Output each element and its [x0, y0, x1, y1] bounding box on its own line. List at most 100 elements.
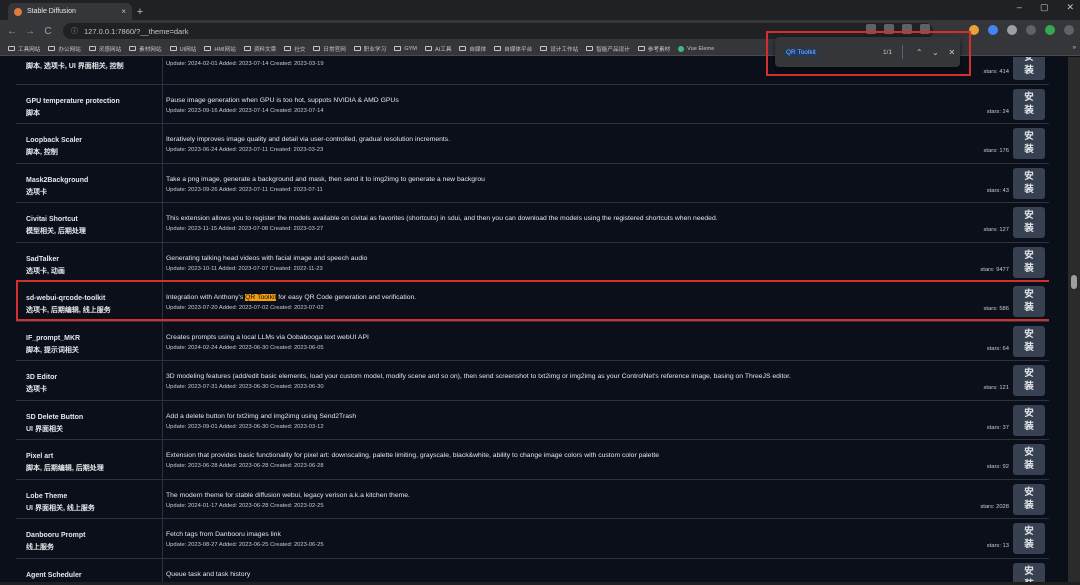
find-close-button[interactable]: ✕	[944, 48, 960, 57]
extension-row: IF_prompt_MKR 脚本, 提示词相关 Creates prompts us…	[16, 321, 1049, 361]
bookmark-item[interactable]: 素材网站	[129, 45, 162, 53]
bookmark-star-icon[interactable]	[920, 24, 930, 34]
install-label-char: 安	[1024, 368, 1034, 379]
find-next-button[interactable]: ⌄	[927, 48, 943, 57]
back-button[interactable]: ←	[3, 26, 21, 37]
install-button[interactable]: 安装	[1013, 404, 1045, 436]
extension-row: Loopback Scaler 脚本, 控制 Iteratively improve…	[16, 124, 1049, 164]
bookmark-item[interactable]: 自媒体	[459, 45, 486, 53]
extension-stars: stars: 92	[986, 464, 1009, 470]
extension-name[interactable]: Lobe Theme	[26, 493, 162, 500]
install-button[interactable]: 安装	[1013, 444, 1045, 475]
menu-icon[interactable]	[1064, 25, 1074, 35]
install-button[interactable]: 安装	[1013, 128, 1045, 159]
extension-tags: 选项卡, 动画	[26, 267, 65, 275]
bookmark-item[interactable]: 工具网站	[8, 45, 40, 53]
reload-button[interactable]: C	[39, 26, 57, 37]
install-button[interactable]: 安装	[1013, 246, 1045, 278]
extension-name[interactable]: Loopback Scaler	[26, 137, 162, 144]
bookmark-item[interactable]: 办公网站	[48, 45, 81, 53]
bookmark-label: 参考素材	[647, 46, 671, 53]
extension-description: Extension that provides basic functional…	[166, 452, 660, 459]
install-button[interactable]: 安装	[1013, 207, 1045, 238]
extension-name[interactable]: Civitai Shortcut	[26, 216, 162, 223]
minimize-button[interactable]: –	[1017, 2, 1022, 13]
find-bar: QR Toolkit 1/1 ⌃ ⌄ ✕	[775, 37, 960, 67]
close-tab-icon[interactable]: ×	[121, 7, 126, 16]
extension-name[interactable]: GPU temperature protection	[26, 98, 162, 105]
side-panel-icon[interactable]	[1026, 25, 1036, 35]
install-button[interactable]: 安装	[1013, 286, 1045, 317]
bookmark-item[interactable]: AI工具	[424, 45, 451, 53]
forward-button[interactable]: →	[21, 26, 39, 37]
bookmark-label: 素材网站	[139, 46, 162, 53]
extensions-puzzle-icon[interactable]	[1007, 25, 1017, 35]
install-button[interactable]: 安装	[1013, 365, 1045, 396]
extension-tags: 选项卡, 后期编辑, 线上服务	[26, 307, 111, 314]
extension-name[interactable]: IF_prompt_MKR	[26, 335, 162, 342]
page-scrollbar[interactable]	[1068, 57, 1080, 585]
install-button[interactable]: 安装	[1013, 523, 1045, 554]
screenshot-icon[interactable]	[884, 24, 894, 34]
folder-icon	[394, 46, 402, 51]
extension-stars: stars: 43	[986, 187, 1009, 194]
extension-row: SD Delete Button UI 界面相关 Add a delete butt…	[16, 400, 1049, 440]
find-previous-button[interactable]: ⌃	[911, 48, 927, 57]
extension-name[interactable]: 3D Editor	[26, 374, 162, 381]
url-text[interactable]: 127.0.0.1:7860/?__theme=dark	[84, 27, 188, 36]
extension-name[interactable]: Agent Scheduler	[26, 572, 162, 579]
bookmark-item[interactable]: Vue Eleme	[678, 45, 714, 52]
bookmark-label: 自媒体	[469, 46, 487, 53]
bookmark-item[interactable]: 参考素材	[637, 45, 671, 53]
extension-tags: 脚本, 后期编辑, 后期处理	[26, 465, 104, 472]
bookmark-item[interactable]: 设计工作站	[540, 45, 578, 53]
new-tab-button[interactable]: +	[132, 3, 148, 20]
bookmark-item[interactable]: 职业学习	[353, 45, 386, 53]
extension-name[interactable]: Danbooru Prompt	[26, 532, 162, 539]
maximize-button[interactable]: ▢	[1040, 2, 1049, 13]
bookmark-item[interactable]: 灵感网站	[88, 45, 121, 53]
close-window-button[interactable]: ✕	[1066, 2, 1074, 13]
zoom-icon[interactable]	[902, 24, 912, 34]
install-button[interactable]: 安装	[1013, 88, 1045, 120]
install-label-char: 安	[1024, 170, 1034, 182]
scrollbar-thumb[interactable]	[1071, 275, 1077, 289]
extension-icon[interactable]	[969, 25, 979, 35]
browser-tab[interactable]: Stable Diffusion ×	[8, 3, 132, 20]
folder-icon	[459, 46, 467, 51]
extension-name[interactable]: Pixel art	[26, 453, 162, 460]
extension-description: The modern theme for stable diffusion we…	[166, 491, 410, 499]
bookmark-item[interactable]: 资料文章	[243, 45, 276, 53]
extension-name[interactable]: SD Delete Button	[26, 414, 162, 421]
extension-description-cell: Creates prompts using a local LLMs via O…	[166, 322, 1009, 361]
extension-icon[interactable]	[988, 25, 998, 35]
install-button[interactable]: 安装	[1013, 483, 1045, 515]
tab-strip: Stable Diffusion × + – ▢ ✕	[0, 0, 1080, 20]
translate-icon[interactable]	[866, 24, 876, 34]
site-info-icon[interactable]: ⓘ	[71, 26, 78, 36]
bookmark-item[interactable]: HMI网站	[204, 45, 236, 53]
install-button[interactable]: 安装	[1013, 167, 1045, 199]
install-button[interactable]: 安装	[1013, 325, 1045, 357]
extension-name[interactable]: SadTalker	[26, 256, 162, 263]
folder-icon	[424, 46, 432, 51]
bookmark-item[interactable]: 自媒体平台	[494, 45, 532, 53]
install-button[interactable]: 安装	[1013, 57, 1045, 80]
bookmark-label: 自媒体平台	[504, 46, 533, 53]
extension-name[interactable]: Mask2Background	[26, 177, 162, 184]
bookmark-item[interactable]: 社交	[284, 45, 305, 53]
bookmark-item[interactable]: 智能产品设计	[586, 45, 630, 53]
install-label-char: 安	[1024, 210, 1034, 221]
folder-icon	[8, 46, 15, 51]
profile-avatar[interactable]	[1045, 25, 1055, 35]
find-query-text: QR Toolkit	[785, 48, 817, 56]
extension-dates: Update: 2023-08-27 Added: 2023-06-25 Cre…	[166, 542, 324, 548]
find-input[interactable]: QR Toolkit	[785, 48, 853, 56]
extension-description: Fetch tags from Danbooru images link	[166, 531, 281, 538]
bookmark-item[interactable]: UI网站	[169, 45, 196, 53]
extension-name[interactable]: sd-webui-qrcode-toolkit	[26, 295, 162, 302]
extension-row: GPU temperature protection 脚本 Pause image …	[16, 84, 1049, 124]
bookmark-item[interactable]: GYM	[394, 46, 417, 52]
bookmark-item[interactable]: 日常官网	[313, 45, 346, 53]
more-bookmarks-button[interactable]: »	[1073, 45, 1076, 51]
